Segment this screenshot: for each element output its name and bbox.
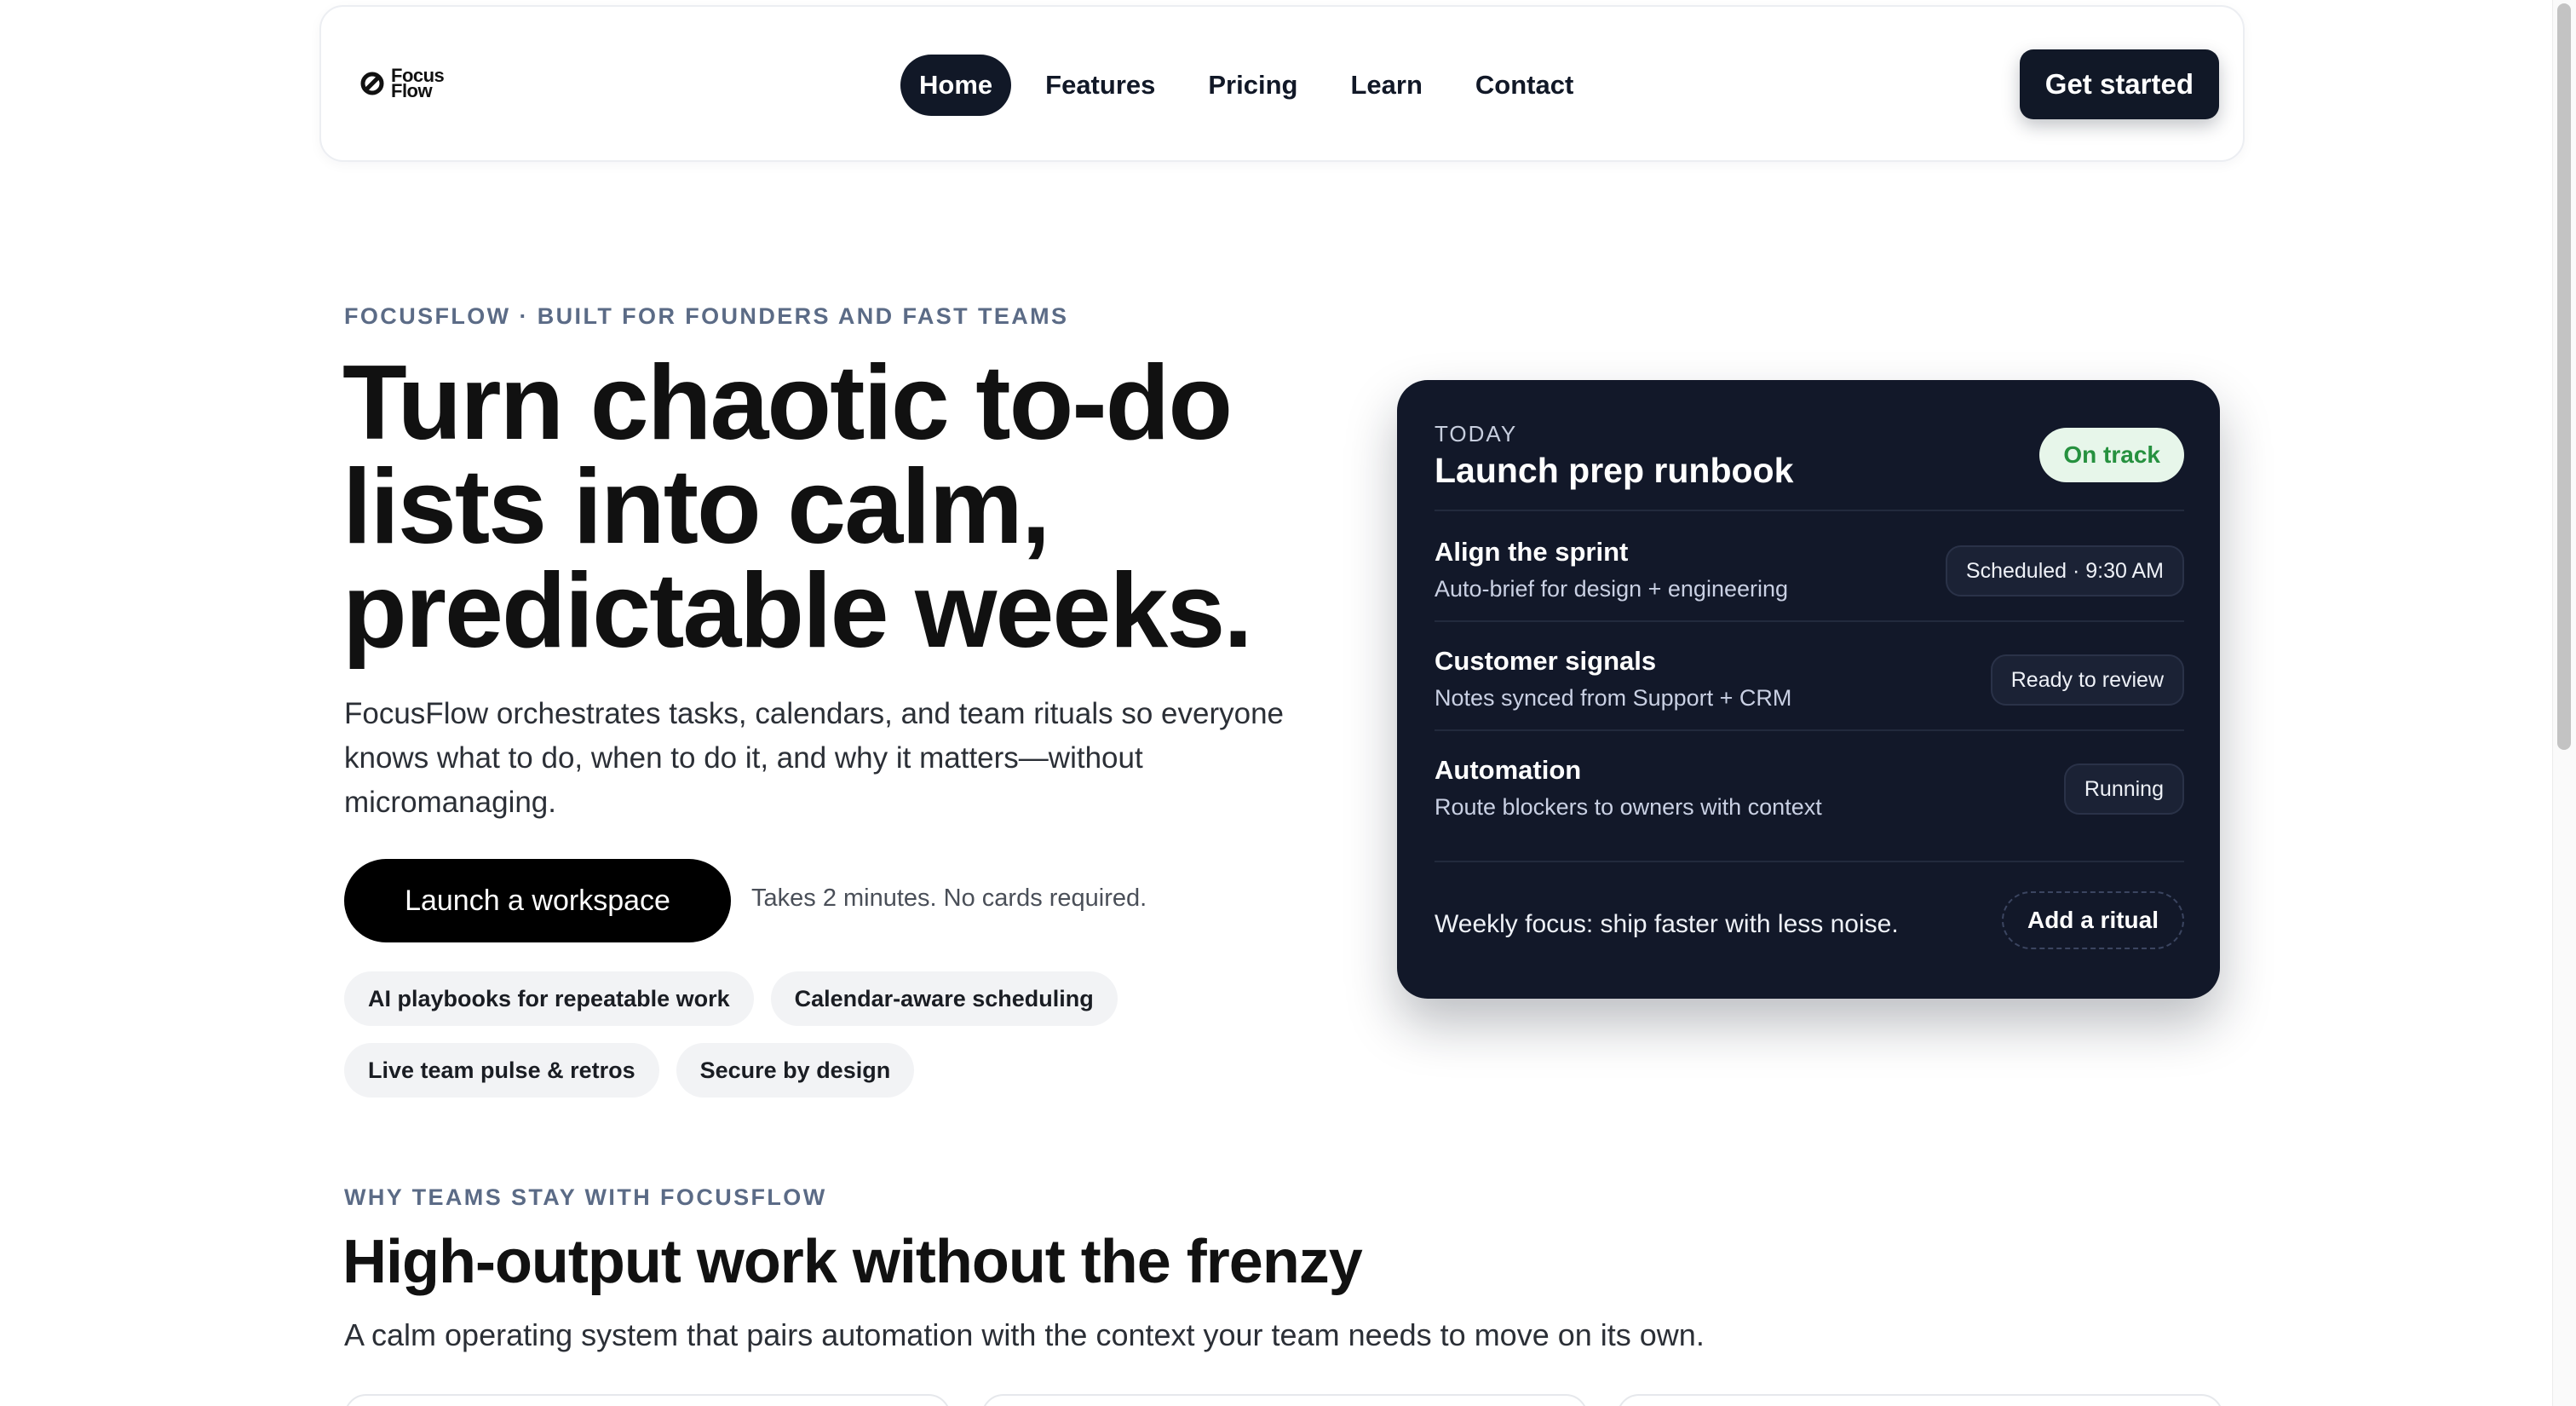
hero-subtitle: FocusFlow orchestrates tasks, calendars,… [344,697,1284,819]
focusflow-logo-icon [360,72,384,95]
runbook-card: TODAY Launch prep runbook On track Align… [1397,380,2220,999]
feature-chip: Live team pulse & retros [344,1043,659,1098]
launch-workspace-button[interactable]: Launch a workspace [344,859,731,942]
runbook-card-header: TODAY Launch prep runbook [1435,421,1793,491]
nav-link-contact[interactable]: Contact [1457,55,1592,116]
status-badge: On track [2039,428,2184,482]
runbook-row-title: Align the sprint [1435,537,1629,567]
runbook-card-title: Launch prep runbook [1435,451,1794,490]
runbook-row[interactable]: Automation Route blockers to owners with… [1435,729,2184,838]
why-title: High-output work without the frenzy [342,1228,1363,1296]
why-subtitle: A calm operating system that pairs autom… [344,1317,1705,1352]
launch-note: Takes 2 minutes. No cards required. [751,885,1147,912]
runbook-card-label: TODAY [1435,421,1518,447]
top-navigation: Focus Flow Home Features Pricing Learn C… [319,5,2245,162]
hero-title: Turn chaotic to-do lists into calm, pred… [342,344,1253,670]
feature-card [344,1394,951,1406]
runbook-row-title: Customer signals [1435,646,1657,676]
brand-logo[interactable]: Focus Flow [359,66,445,101]
brand-wordmark: Focus Flow [391,66,445,101]
why-eyebrow: WHY TEAMS STAY WITH FOCUSFLOW [344,1184,827,1210]
add-ritual-button[interactable]: Add a ritual [2001,891,2184,949]
page-scrollbar[interactable] [2552,0,2576,1406]
feature-card [1617,1394,2223,1406]
nav-link-home[interactable]: Home [900,55,1012,116]
feature-chip: Secure by design [676,1043,915,1098]
runbook-row-description: Auto-brief for design + engineering [1435,576,1789,602]
weekly-focus-text: Weekly focus: ship faster with less nois… [1435,910,1899,938]
runbook-row-tag: Running [2063,764,2184,815]
runbook-row[interactable]: Align the sprint Auto-brief for design +… [1435,511,2184,620]
runbook-row-description: Route blockers to owners with context [1435,794,1822,820]
hero-eyebrow: FOCUSFLOW · BUILT FOR FOUNDERS AND FAST … [344,303,1069,329]
feature-card [981,1394,1588,1406]
runbook-row[interactable]: Customer signals Notes synced from Suppo… [1435,620,2184,729]
runbook-row-tag: Ready to review [1990,654,2184,706]
runbook-row-description: Notes synced from Support + CRM [1435,685,1792,711]
feature-chips: AI playbooks for repeatable work Calenda… [344,971,1196,1098]
runbook-row-tag: Scheduled · 9:30 AM [1945,545,2184,596]
get-started-button[interactable]: Get started [2019,49,2219,119]
feature-chip: Calendar-aware scheduling [770,971,1118,1026]
card-divider [1435,861,2184,862]
nav-link-features[interactable]: Features [1026,55,1174,116]
nav-link-pricing[interactable]: Pricing [1189,55,1316,116]
primary-nav: Home Features Pricing Learn Contact [900,55,1592,116]
scrollbar-thumb[interactable] [2557,3,2571,750]
runbook-row-title: Automation [1435,755,1582,785]
feature-chip: AI playbooks for repeatable work [344,971,754,1026]
nav-link-learn[interactable]: Learn [1331,55,1440,116]
